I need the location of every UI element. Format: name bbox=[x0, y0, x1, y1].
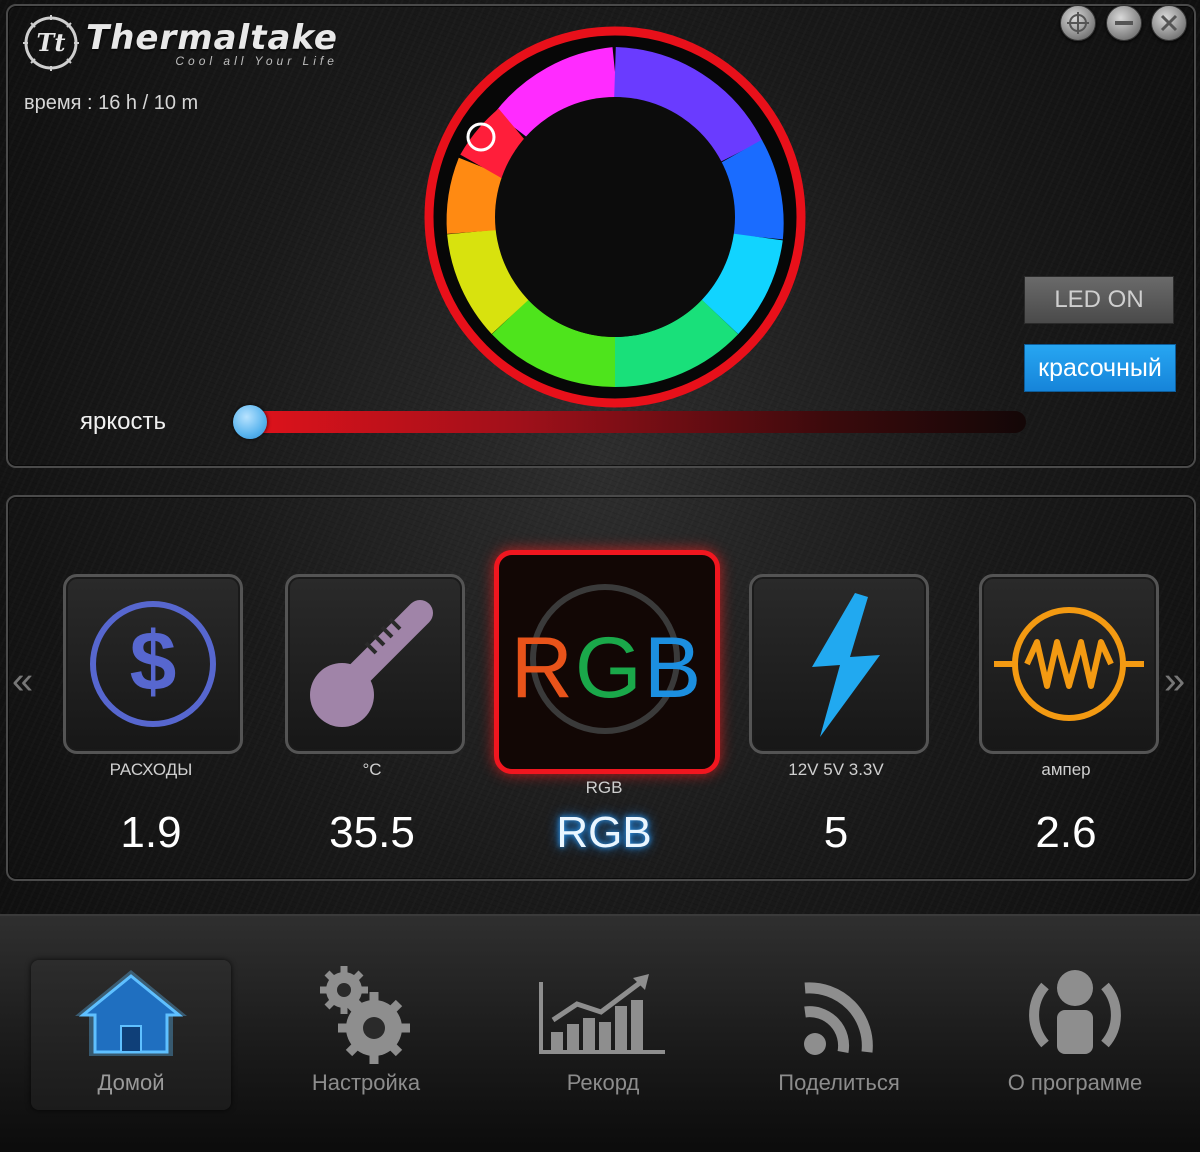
tile-cost-value: 1.9 bbox=[120, 808, 182, 857]
nav-home[interactable]: Домой bbox=[31, 960, 231, 1110]
close-icon bbox=[1160, 14, 1178, 32]
tile-temperature[interactable] bbox=[285, 574, 465, 754]
nav-share-label: Поделиться bbox=[778, 1070, 900, 1095]
led-on-button[interactable]: LED ON bbox=[1024, 276, 1174, 324]
tile-voltage[interactable] bbox=[749, 574, 929, 754]
tile-temperature-value: 35.5 bbox=[329, 808, 415, 857]
colorful-mode-button[interactable]: красочный bbox=[1024, 344, 1176, 392]
resistor-icon bbox=[994, 607, 1144, 721]
tile-current[interactable] bbox=[979, 574, 1159, 754]
chart-icon bbox=[539, 974, 665, 1054]
gears-icon bbox=[320, 966, 410, 1064]
thermometer-icon bbox=[310, 600, 433, 727]
brightness-slider[interactable] bbox=[246, 411, 1026, 433]
tile-current-value: 2.6 bbox=[1035, 808, 1097, 857]
minimize-button[interactable] bbox=[1106, 5, 1142, 41]
brand-logo: Tt Thermaltake Cool all Your Life bbox=[22, 14, 338, 72]
svg-text:$: $ bbox=[130, 614, 177, 708]
app-window: Tt Thermaltake Cool all Your Life время … bbox=[0, 0, 1200, 1152]
nav-about[interactable]: О программе bbox=[975, 960, 1175, 1110]
tile-rgb[interactable]: RGB bbox=[494, 550, 720, 774]
nav-record-label: Рекорд bbox=[566, 1070, 640, 1095]
uptime-text: время : 16 h / 10 m bbox=[24, 92, 199, 114]
tile-rgb-label: RGB bbox=[585, 778, 623, 797]
minimize-icon bbox=[1115, 21, 1133, 25]
nav-settings[interactable]: Настройка bbox=[266, 960, 466, 1110]
brightness-slider-thumb[interactable] bbox=[233, 405, 267, 439]
lightning-icon bbox=[812, 593, 880, 737]
brightness-label: яркость bbox=[80, 408, 166, 435]
tt-logo-icon: Tt bbox=[23, 15, 79, 71]
nav-record[interactable]: Рекорд bbox=[503, 960, 703, 1110]
nav-home-label: Домой bbox=[97, 1070, 165, 1095]
nav-settings-label: Настройка bbox=[311, 1070, 421, 1095]
scroll-right-button[interactable]: » bbox=[1164, 660, 1185, 703]
brand-name: Thermaltake bbox=[86, 17, 338, 58]
user-icon bbox=[1029, 970, 1121, 1054]
move-icon bbox=[1067, 12, 1089, 34]
tile-current-label: ампер bbox=[1041, 760, 1091, 779]
rss-icon bbox=[804, 982, 873, 1055]
home-icon bbox=[75, 970, 187, 1056]
close-button[interactable] bbox=[1151, 5, 1187, 41]
nav-share[interactable]: Поделиться bbox=[739, 960, 939, 1110]
move-window-button[interactable] bbox=[1060, 5, 1096, 41]
tile-voltage-value: 5 bbox=[823, 808, 849, 857]
scroll-left-button[interactable]: « bbox=[12, 660, 33, 703]
tile-temperature-label: °C bbox=[362, 760, 382, 779]
nav-about-label: О программе bbox=[1007, 1070, 1143, 1095]
dollar-icon: $ bbox=[90, 601, 216, 727]
tile-cost-label: РАСХОДЫ bbox=[109, 760, 193, 779]
tile-voltage-label: 12V 5V 3.3V bbox=[788, 760, 884, 779]
tile-cost[interactable]: $ bbox=[63, 574, 243, 754]
color-wheel[interactable] bbox=[420, 22, 810, 412]
svg-text:Tt: Tt bbox=[37, 28, 66, 57]
rgb-icon: RGB bbox=[510, 620, 704, 716]
tile-rgb-value: RGB bbox=[556, 808, 652, 857]
